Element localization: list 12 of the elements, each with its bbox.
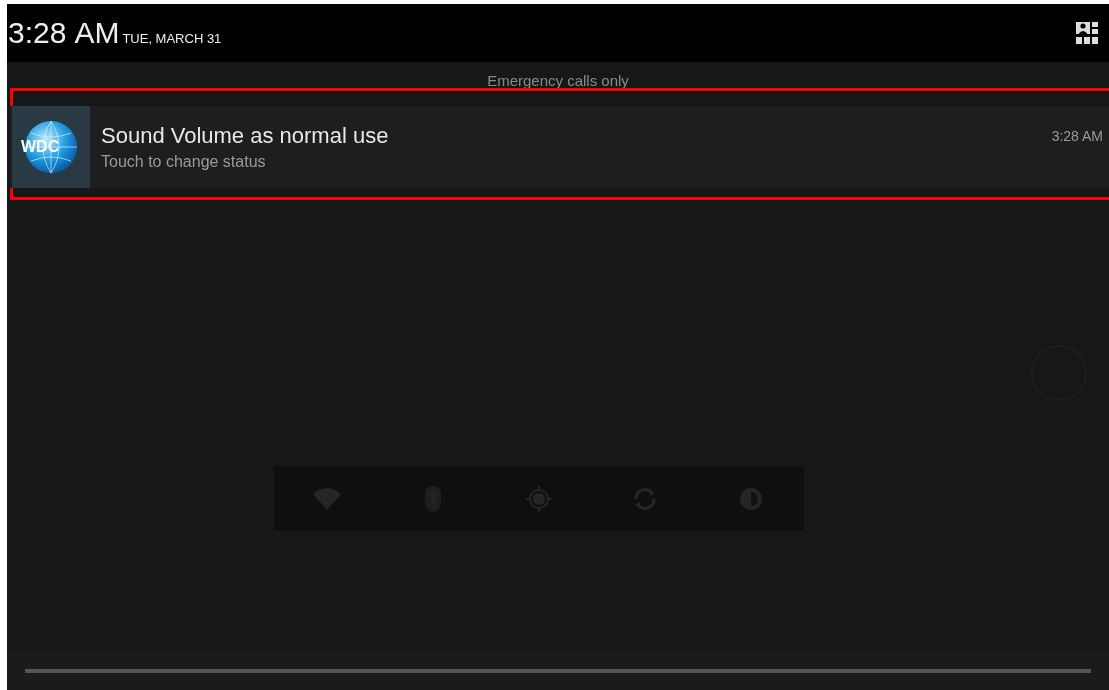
date-label: TUE, MARCH 31 (122, 30, 222, 46)
notification-title: Sound Volume as normal use (101, 123, 390, 149)
carrier-label: Emergency calls only (486, 71, 630, 88)
notification-text: Touch to change status (101, 153, 267, 171)
notification-time: 3:28 AM (1051, 127, 1104, 146)
bluetooth-icon (424, 484, 442, 513)
wifi-icon (312, 485, 342, 512)
shade-handle-bar[interactable] (7, 652, 1109, 690)
clock-ampm: AM (74, 16, 120, 50)
location-icon (525, 484, 553, 513)
quick-settings-icon[interactable] (1075, 21, 1099, 45)
clock-time: 3:28 (8, 16, 67, 50)
